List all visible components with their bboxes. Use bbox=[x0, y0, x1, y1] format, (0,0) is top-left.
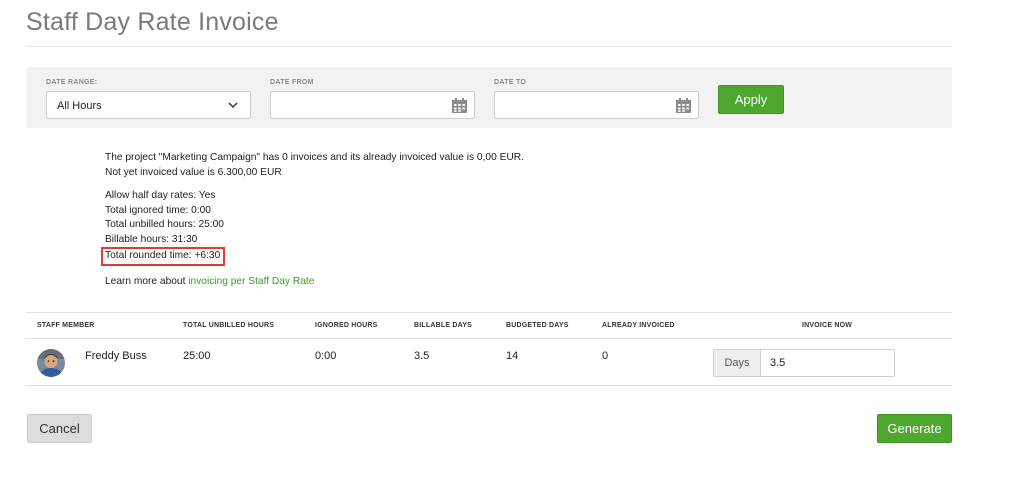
user-avatar-icon bbox=[37, 349, 65, 377]
col-billable-days: BILLABLE DAYS bbox=[414, 322, 472, 329]
invoice-now-input[interactable]: 3.5 bbox=[760, 349, 895, 377]
staff-name: Freddy Buss bbox=[85, 350, 147, 362]
billable-hours: Billable hours: 31:30 bbox=[105, 233, 198, 245]
invoice-unit-addon: Days bbox=[713, 349, 761, 377]
project-invoice-status: The project "Marketing Campaign" has 0 i… bbox=[105, 152, 524, 163]
date-range-select[interactable]: All Hours bbox=[46, 91, 251, 119]
title-divider bbox=[26, 46, 952, 47]
col-staff-member: STAFF MEMBER bbox=[37, 322, 95, 329]
generate-button[interactable]: Generate bbox=[877, 414, 952, 443]
apply-button[interactable]: Apply bbox=[718, 85, 784, 114]
col-ignored-hours: IGNORED HOURS bbox=[315, 322, 378, 329]
col-invoice-now: INVOICE NOW bbox=[802, 322, 853, 329]
cell-budgeted-days: 14 bbox=[506, 350, 519, 362]
date-to-input[interactable] bbox=[494, 91, 699, 119]
total-rounded-time-highlight: Total rounded time: +6:30 bbox=[101, 247, 226, 266]
learn-more-prefix: Learn more about bbox=[105, 275, 186, 287]
staff-day-rate-help-link[interactable]: invoicing per Staff Day Rate bbox=[188, 276, 314, 287]
cell-already-invoiced: 0 bbox=[602, 350, 609, 362]
page-title: Staff Day Rate Invoice bbox=[26, 8, 279, 36]
calendar-icon[interactable] bbox=[675, 97, 692, 114]
half-day-rates: Allow half day rates: Yes bbox=[105, 190, 216, 201]
cell-ignored-hours: 0:00 bbox=[315, 350, 337, 362]
date-range-label: DATE RANGE: bbox=[46, 79, 98, 86]
cancel-button[interactable]: Cancel bbox=[27, 414, 92, 443]
calendar-icon[interactable] bbox=[451, 97, 468, 114]
col-total-unbilled-hours: TOTAL UNBILLED HOURS bbox=[183, 322, 275, 329]
cell-total-unbilled-hours: 25:00 bbox=[183, 350, 211, 362]
staff-invoice-table: STAFF MEMBER TOTAL UNBILLED HOURS IGNORE… bbox=[26, 312, 952, 386]
date-from-input[interactable] bbox=[270, 91, 475, 119]
table-row: Freddy Buss 25:00 0:00 3.5 14 0 Days 3.5 bbox=[26, 339, 952, 386]
table-header: STAFF MEMBER TOTAL UNBILLED HOURS IGNORE… bbox=[26, 312, 952, 339]
date-range-value: All Hours bbox=[57, 100, 102, 112]
chevron-down-icon bbox=[228, 102, 238, 109]
col-budgeted-days: BUDGETED DAYS bbox=[506, 322, 569, 329]
avatar bbox=[37, 349, 65, 377]
date-from-label: DATE FROM bbox=[270, 79, 314, 86]
invoice-summary: The project "Marketing Campaign" has 0 i… bbox=[101, 151, 524, 290]
total-unbilled-hours: Total unbilled hours: 25:00 bbox=[105, 219, 224, 230]
col-already-invoiced: ALREADY INVOICED bbox=[602, 322, 675, 329]
not-invoiced-value: Not yet invoiced value is 6.300,00 EUR bbox=[105, 166, 282, 178]
filter-bar: DATE RANGE: All Hours DATE FROM DATE TO bbox=[26, 67, 952, 128]
total-ignored-time: Total ignored time: 0:00 bbox=[105, 204, 211, 216]
invoice-now-field: Days 3.5 bbox=[713, 349, 895, 377]
learn-more-line: Learn more about invoicing per Staff Day… bbox=[105, 275, 524, 290]
cell-billable-days: 3.5 bbox=[414, 350, 430, 362]
date-to-label: DATE TO bbox=[494, 79, 527, 86]
